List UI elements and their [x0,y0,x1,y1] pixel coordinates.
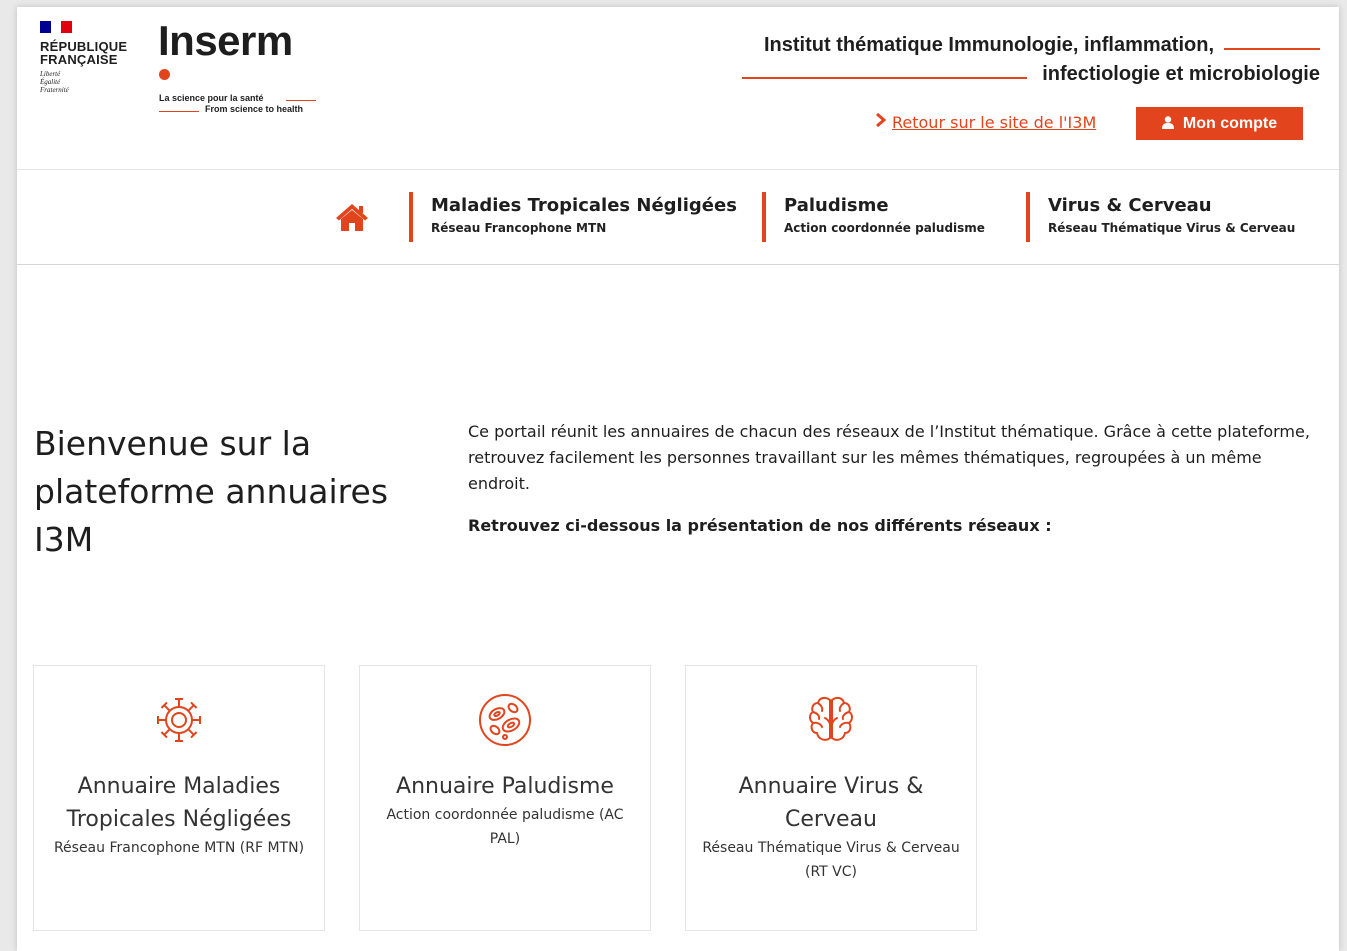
intro-bold-text: Retrouvez ci-dessous la présentation de … [468,516,1052,535]
inserm-wordmark: Inserm [158,17,293,64]
virus-icon [151,692,207,748]
nav-item-subtitle: Action coordonnée paludisme [784,221,985,235]
card-subtitle: Action coordonnée paludisme (AC PAL) [386,807,624,847]
brain-icon [803,692,859,748]
title-rule [1224,47,1320,50]
cells-icon [477,692,533,748]
card-title-wrap: Annuaire Paludisme Action coordonnée pal… [370,770,640,851]
my-account-button[interactable]: Mon compte [1136,107,1303,140]
back-link-label: Retour sur le site de l'I3M [892,112,1097,132]
inserm-logo[interactable]: Inserm La science pour la santé From sci… [158,17,338,114]
card-annuaire-paludisme[interactable]: Annuaire Paludisme Action coordonnée pal… [359,665,651,931]
intro-text: Ce portail réunit les annuaires de chacu… [468,422,1310,493]
institute-title-line2: infectiologie et microbiologie [1042,63,1320,85]
nav-item-subtitle: Réseau Francophone MTN [431,221,607,235]
user-icon [1161,115,1174,132]
nav-item-virus-cerveau[interactable]: Virus & Cerveau Réseau Thématique Virus … [1026,192,1295,242]
site-header: RÉPUBLIQUE FRANÇAISE Liberté Égalité Fra… [17,7,1339,170]
nav-item-title: Paludisme [784,195,889,216]
tagline-rule [286,100,316,101]
tagline-rule [159,111,199,112]
nav-item-title: Virus & Cerveau [1048,195,1212,216]
institute-title: Institut thématique Immunologie, inflamm… [742,31,1320,89]
tagline-en: From science to health [205,104,304,114]
rf-title: RÉPUBLIQUE FRANÇAISE [40,39,128,67]
home-icon[interactable] [335,202,369,232]
french-flag-icon [40,21,73,33]
welcome-title: Bienvenue sur la plateforme annuaires I3… [34,424,389,559]
card-annuaire-virus-cerveau[interactable]: Annuaire Virus & Cerveau Réseau Thématiq… [685,665,977,931]
tagline-fr: La science pour la santé [159,93,264,103]
page: RÉPUBLIQUE FRANÇAISE Liberté Égalité Fra… [17,7,1339,951]
nav-item-subtitle: Réseau Thématique Virus & Cerveau [1048,221,1296,235]
institute-title-line1: Institut thématique Immunologie, inflamm… [763,34,1214,56]
republique-francaise-logo[interactable]: RÉPUBLIQUE FRANÇAISE Liberté Égalité Fra… [40,21,140,94]
card-subtitle: Réseau Thématique Virus & Cerveau (RT VC… [702,840,960,880]
card-subtitle: Réseau Francophone MTN (RF MTN) [53,840,305,856]
my-account-label: Mon compte [1182,114,1278,132]
card-title-wrap: Annuaire Virus & Cerveau Réseau Thématiq… [696,770,966,884]
nav-item-title: Maladies Tropicales Négligées [431,195,737,216]
back-to-i3m-link[interactable]: Retour sur le site de l'I3M [875,112,1096,132]
chevron-right-icon [875,112,887,132]
card-title: Annuaire Paludisme [396,774,614,799]
card-title: Annuaire Maladies Tropicales Négligées [66,774,292,832]
nav-item-mtn[interactable]: Maladies Tropicales Négligées Réseau Fra… [409,192,737,242]
rf-motto: Liberté Égalité Fraternité [40,70,69,94]
card-title-wrap: Annuaire Maladies Tropicales Négligées R… [44,770,314,860]
inserm-dot-icon [159,69,170,80]
title-rule [742,76,1028,79]
nav-item-paludisme[interactable]: Paludisme Action coordonnée paludisme [762,192,985,242]
main-nav: Maladies Tropicales Négligées Réseau Fra… [17,170,1339,265]
card-title: Annuaire Virus & Cerveau [738,774,924,832]
card-annuaire-mtn[interactable]: Annuaire Maladies Tropicales Négligées R… [33,665,325,931]
